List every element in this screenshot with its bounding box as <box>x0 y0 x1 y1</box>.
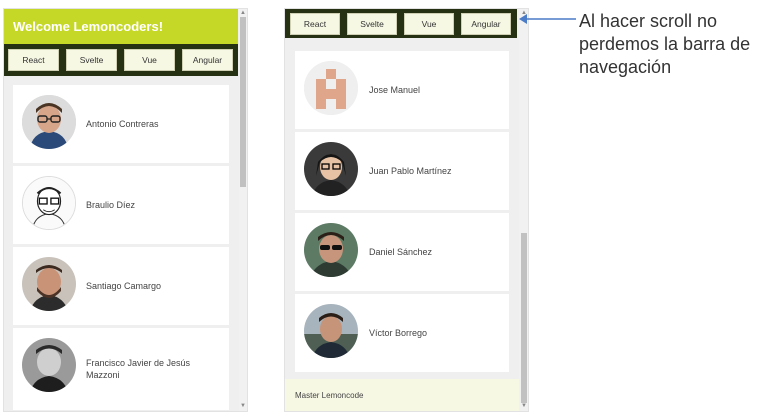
member-card[interactable]: Jose Manuel <box>295 51 509 129</box>
sketch-glasses-man-icon <box>23 177 75 229</box>
scrollbar[interactable]: ▲ ▼ <box>239 9 247 411</box>
member-name: Daniel Sánchez <box>369 247 433 257</box>
sticky-nav-bar: React Svelte Vue Angular <box>285 9 517 38</box>
scrollbar[interactable]: ▲ ▼ <box>519 9 528 411</box>
avatar <box>22 338 76 392</box>
member-name: Antonio Contreras <box>86 119 159 129</box>
photo-outdoor-man-icon <box>304 304 358 358</box>
avatar <box>304 304 358 358</box>
avatar <box>304 61 358 115</box>
nav-button-vue[interactable]: Vue <box>124 49 175 71</box>
nav-bar: React Svelte Vue Angular <box>4 44 238 76</box>
app-header: Welcome Lemoncoders! <box>4 9 238 44</box>
footer: Master Lemoncode <box>285 379 519 411</box>
nav-button-react[interactable]: React <box>290 13 340 35</box>
cartoon-glasses-icon <box>304 142 358 196</box>
avatar <box>304 223 358 277</box>
avatar <box>304 142 358 196</box>
identicon-icon <box>304 61 358 115</box>
scroll-down-icon[interactable]: ▼ <box>521 403 527 409</box>
scroll-up-icon[interactable]: ▲ <box>240 10 246 16</box>
scrollbar-thumb[interactable] <box>521 233 527 403</box>
annotation-arrow-icon <box>519 14 576 24</box>
avatar <box>22 176 76 230</box>
nav-button-angular[interactable]: Angular <box>461 13 511 35</box>
footer-text: Master Lemoncode <box>295 391 364 400</box>
member-name: Braulio Díez <box>86 200 136 210</box>
member-card[interactable]: Francisco Javier de Jesús Mazzoni <box>13 328 229 410</box>
member-card[interactable]: Juan Pablo Martínez <box>295 132 509 210</box>
app-title: Welcome Lemoncoders! <box>13 19 164 34</box>
right-phone-screen: React Svelte Vue Angular Jose Manuel Jua… <box>284 8 529 412</box>
member-card[interactable]: Antonio Contreras <box>13 85 229 163</box>
member-name: Santiago Camargo <box>86 281 162 291</box>
member-name: Jose Manuel <box>369 85 421 95</box>
nav-button-svelte[interactable]: Svelte <box>66 49 117 71</box>
scrollbar-thumb[interactable] <box>240 17 246 187</box>
nav-button-vue[interactable]: Vue <box>404 13 454 35</box>
photo-bearded-man-icon <box>22 257 76 311</box>
photo-bw-man-icon <box>22 338 76 392</box>
member-card[interactable]: Braulio Díez <box>13 166 229 244</box>
member-name: Víctor Borrego <box>369 328 428 338</box>
member-card[interactable]: Santiago Camargo <box>13 247 229 325</box>
nav-button-react[interactable]: React <box>8 49 59 71</box>
photo-sunglasses-man-icon <box>304 223 358 277</box>
annotation-text: Al hacer scroll no perdemos la barra de … <box>579 11 751 77</box>
photo-glasses-man-icon <box>22 95 76 149</box>
nav-button-angular[interactable]: Angular <box>182 49 233 71</box>
member-card[interactable]: Víctor Borrego <box>295 294 509 372</box>
nav-button-svelte[interactable]: Svelte <box>347 13 397 35</box>
member-name: Francisco Javier de Jesús Mazzoni <box>86 358 191 380</box>
scroll-down-icon[interactable]: ▼ <box>240 403 246 409</box>
left-phone-screen: Welcome Lemoncoders! React Svelte Vue An… <box>3 8 248 412</box>
avatar <box>22 257 76 311</box>
avatar <box>22 95 76 149</box>
member-card[interactable]: Daniel Sánchez <box>295 213 509 291</box>
member-name: Juan Pablo Martínez <box>369 166 452 176</box>
